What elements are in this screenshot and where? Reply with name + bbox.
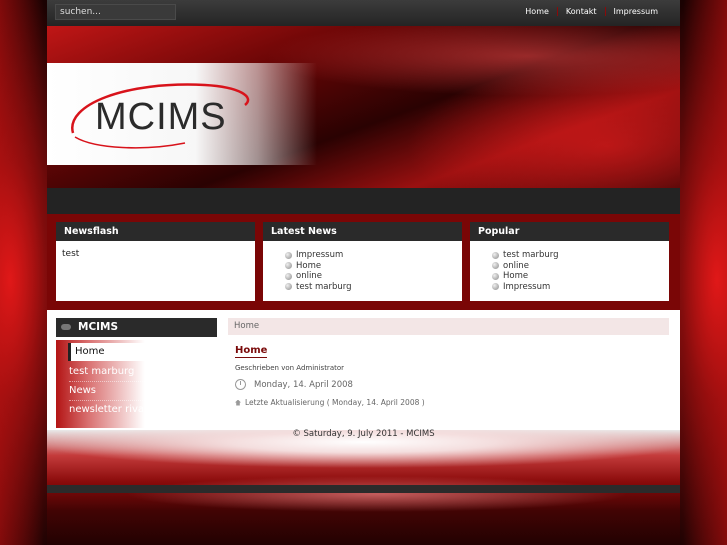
article-title[interactable]: Home <box>235 345 268 358</box>
top-bar: Home Kontakt Impressum <box>47 0 680 26</box>
nav-separator <box>556 7 558 16</box>
page-frame: Home Kontakt Impressum MCIMS Newsflash t… <box>47 0 680 545</box>
bullet-icon <box>285 251 292 259</box>
bullet-icon <box>492 283 499 291</box>
search-input[interactable] <box>55 4 176 20</box>
bullet-icon <box>285 262 292 270</box>
newsflash-body: test <box>56 241 255 301</box>
footer: © Saturday, 9. July 2011 - MCIMS <box>47 429 680 545</box>
nav-impressum-link[interactable]: Impressum <box>614 7 658 16</box>
sidebar-header: MCIMS <box>56 318 217 337</box>
main-content: MCIMS Home test marburg News newsletter … <box>47 310 680 430</box>
article-updated-row: Letzte Aktualisierung ( Monday, 14. Apri… <box>235 398 425 407</box>
latest-news-body: Impressum Home online test marburg <box>263 241 462 301</box>
sidebar-item-news[interactable]: News <box>69 382 209 401</box>
list-item[interactable]: Impressum <box>285 250 456 261</box>
nav-kontakt-link[interactable]: Kontakt <box>566 7 597 16</box>
sidebar-item-newsletter-riva[interactable]: newsletter riva <box>69 401 209 419</box>
list-item[interactable]: test marburg <box>285 282 456 293</box>
header-strip <box>47 188 680 214</box>
list-item[interactable]: Home <box>285 261 456 272</box>
nav-separator <box>604 7 606 16</box>
list-item[interactable]: Home <box>492 271 663 282</box>
popular-title: Popular <box>470 222 669 241</box>
list-item[interactable]: test marburg <box>492 250 663 261</box>
sidebar-menu: Home test marburg News newsletter riva <box>56 340 217 428</box>
breadcrumb[interactable]: Home <box>228 318 669 335</box>
logo-text: MCIMS <box>95 96 227 138</box>
popular-body: test marburg online Home Impressum <box>470 241 669 301</box>
menu-icon <box>61 324 71 330</box>
logo-band: MCIMS <box>47 63 317 165</box>
popular-box: Popular test marburg online Home Impress… <box>470 222 669 301</box>
list-item[interactable]: online <box>492 261 663 272</box>
header-banner: MCIMS <box>47 26 680 188</box>
sidebar-item-test-marburg[interactable]: test marburg <box>69 363 209 382</box>
bullet-icon <box>285 283 292 291</box>
bullet-icon <box>492 262 499 270</box>
article-date: Monday, 14. April 2008 <box>254 379 353 390</box>
clock-icon <box>235 379 246 390</box>
latest-news-title: Latest News <box>263 222 462 241</box>
nav-home-link[interactable]: Home <box>525 7 549 16</box>
article-date-row: Monday, 14. April 2008 <box>235 379 353 390</box>
footer-strip <box>47 485 680 493</box>
top-nav: Home Kontakt Impressum <box>525 7 658 16</box>
newsflash-text: test <box>62 249 80 259</box>
modules-band: Newsflash test Latest News Impressum Hom… <box>47 214 680 310</box>
bullet-icon <box>285 272 292 280</box>
sidebar-item-home[interactable]: Home <box>68 343 211 361</box>
bullet-icon <box>492 272 499 280</box>
latest-news-box: Latest News Impressum Home online test m… <box>263 222 462 301</box>
newsflash-title: Newsflash <box>56 222 255 241</box>
newsflash-box: Newsflash test <box>56 222 255 301</box>
footer-copyright: © Saturday, 9. July 2011 - MCIMS <box>292 429 435 439</box>
home-icon <box>235 399 241 406</box>
bullet-icon <box>492 251 499 259</box>
list-item[interactable]: online <box>285 271 456 282</box>
article-updated: Letzte Aktualisierung ( Monday, 14. Apri… <box>245 398 425 407</box>
article-author: Geschrieben von Administrator <box>235 364 345 372</box>
list-item[interactable]: Impressum <box>492 282 663 293</box>
sidebar-title: MCIMS <box>78 321 119 333</box>
